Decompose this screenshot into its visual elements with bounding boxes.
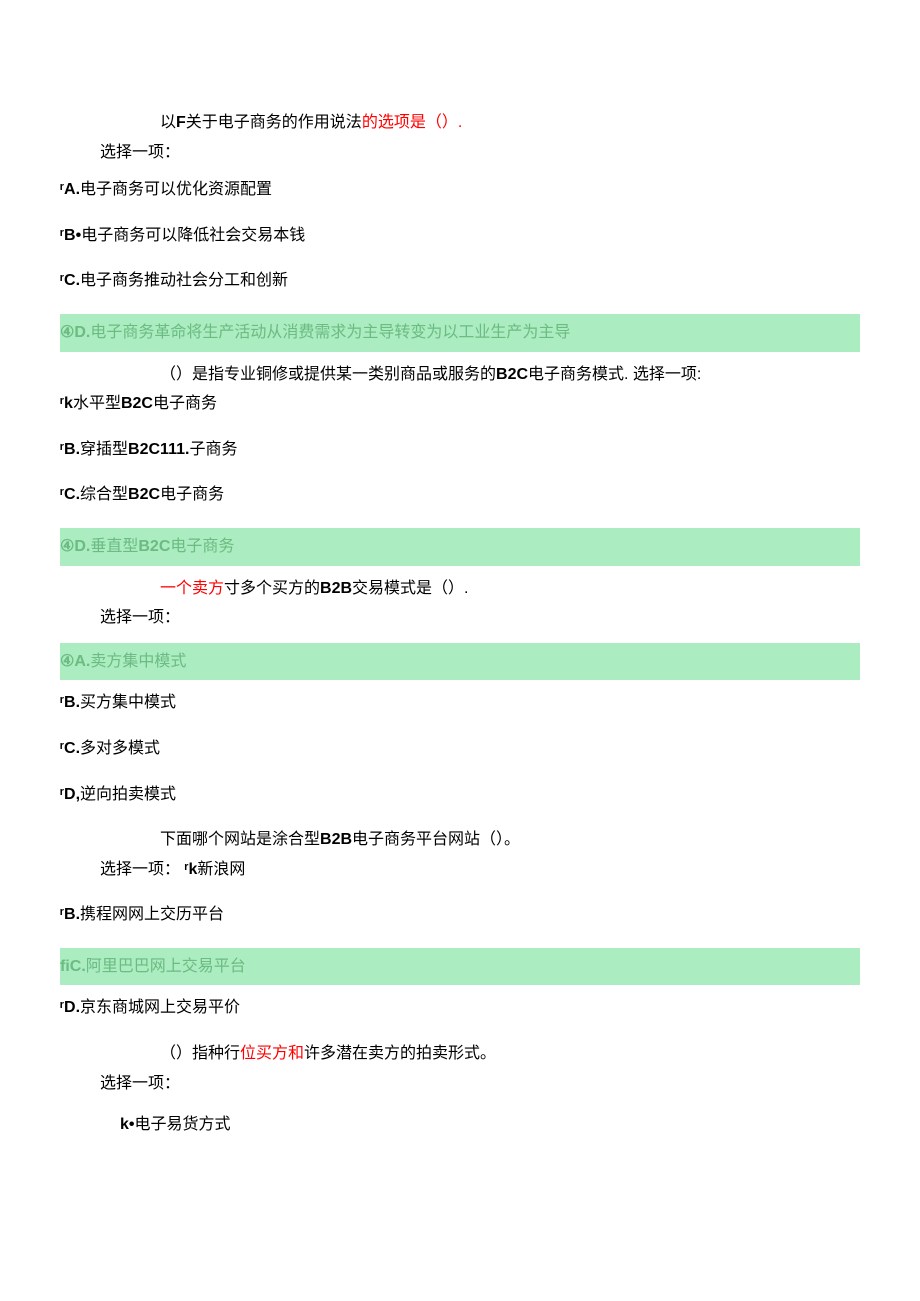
option-bold: B2C [138,538,170,555]
q2-option-d-highlighted[interactable]: ④D.垂直型B2C电子商务 [60,528,860,566]
q3-red: 一个卖方 [160,580,224,597]
option-text: 新浪网 [197,861,245,878]
option-text: 携程网网上交历平台 [80,906,224,923]
option-text-pre: 穿插型 [80,441,128,458]
option-label: ④D. [60,324,90,341]
option-text-post: 电子商务 [170,538,234,555]
option-text-pre: 水平型 [73,395,121,412]
q1-pre: 以 [160,114,176,131]
option-label: ④D. [60,538,90,555]
question-5-text: （）指种行位买方和许多潜在卖方的拍卖形式。 [160,1041,860,1067]
q3-option-b[interactable]: ʳB.买方集中模式 [60,690,860,716]
option-label: ʳB. [60,441,80,458]
option-text: 阿里巴巴网上交易平台 [86,958,246,975]
q4-option-c-highlighted[interactable]: ﬁC.阿里巴巴网上交易平台 [60,948,860,986]
option-text: 电子商务可以降低社会交易本钱 [81,227,305,244]
q4-select-plus-a[interactable]: 选择一项： ʳk新浪网 [100,857,860,883]
q5-post: 许多潜在卖方的拍卖形式。 [304,1045,496,1062]
option-label: ʳk [60,395,73,412]
option-text: 逆向拍卖模式 [80,786,176,803]
q2-bold: B2C [496,366,528,383]
option-text: 多对多模式 [80,740,160,757]
option-text: 卖方集中模式 [90,653,186,670]
question-1-text: 以F关于电子商务的作用说法的选项是（）. [160,110,860,136]
q4-post: 电子商务平台网站（）。 [352,831,520,848]
option-text: 电子商务可以优化资源配置 [80,181,272,198]
q4-option-b[interactable]: ʳB.携程网网上交历平台 [60,902,860,928]
q1-option-a[interactable]: ʳA.电子商务可以优化资源配置 [60,177,860,203]
q2-option-a[interactable]: ʳk水平型B2C电子商务 [60,391,860,417]
q5-option-a[interactable]: k•电子易货方式 [120,1112,860,1138]
option-label: ʳD. [60,999,80,1016]
option-label: ʳC. [60,272,80,289]
q3-bold: B2B [320,580,352,597]
option-text-post: 电子商务 [153,395,217,412]
q5-pre: （）指种行 [160,1045,240,1062]
q4-option-d[interactable]: ʳD.京东商城网上交易平价 [60,995,860,1021]
q3-option-c[interactable]: ʳC.多对多模式 [60,736,860,762]
question-4-text: 下面哪个网站是涂合型B2B电子商务平台网站（）。 [160,827,860,853]
document-body: 以F关于电子商务的作用说法的选项是（）. 选择一项： ʳA.电子商务可以优化资源… [0,0,920,1198]
q2-mid: 电子商务模式. 选择一项: [528,366,701,383]
q4-bold: B2B [320,831,352,848]
q3-post: 交易模式是（）. [352,580,468,597]
option-text: 电子商务革命将生产活动从消费需求为主导转变为以工业生产为主导 [90,324,570,341]
q1-bold: F [176,114,186,131]
option-label: ʳk [184,861,197,878]
option-text: 买方集中模式 [80,694,176,711]
option-label: ʳB. [60,906,80,923]
q3-mid: 寸多个买方的 [224,580,320,597]
option-text-pre: 垂直型 [90,538,138,555]
option-label: ﬁC. [60,958,86,975]
option-label: ④A. [60,653,90,670]
q2-option-b[interactable]: ʳB.穿插型B2C111.子商务 [60,437,860,463]
option-text-pre: 综合型 [80,486,128,503]
option-label: ʳA. [60,181,80,198]
q2-pre: （）是指专业铜修或提供某一类别商品或服务的 [160,366,496,383]
option-label: ʳB. [60,694,80,711]
q1-option-d-highlighted[interactable]: ④D.电子商务革命将生产活动从消费需求为主导转变为以工业生产为主导 [60,314,860,352]
q3-select-prompt: 选择一项： [100,605,860,631]
q1-red: 的选项是（）. [362,114,462,131]
q1-mid: 关于电子商务的作用说法 [186,114,362,131]
option-label: ʳB• [60,227,81,244]
option-label: ʳC. [60,486,80,503]
q1-option-b[interactable]: ʳB•电子商务可以降低社会交易本钱 [60,223,860,249]
option-bold: B2C [128,486,160,503]
q1-option-c[interactable]: ʳC.电子商务推动社会分工和创新 [60,268,860,294]
q3-option-a-highlighted[interactable]: ④A.卖方集中模式 [60,643,860,681]
option-label: ʳD, [60,786,80,803]
question-3-text: 一个卖方寸多个买方的B2B交易模式是（）. [160,576,860,602]
option-bold: B2C111. [128,441,189,458]
q3-option-d[interactable]: ʳD,逆向拍卖模式 [60,782,860,808]
option-text: 电子商务推动社会分工和创新 [80,272,288,289]
option-text-post: 子商务 [189,441,237,458]
question-2-text: （）是指专业铜修或提供某一类别商品或服务的B2C电子商务模式. 选择一项: [160,362,860,388]
option-label: ʳC. [60,740,80,757]
q2-option-c[interactable]: ʳC.综合型B2C电子商务 [60,482,860,508]
option-text: 京东商城网上交易平价 [80,999,240,1016]
option-text: 电子易货方式 [135,1116,231,1133]
q4-pre: 下面哪个网站是涂合型 [160,831,320,848]
option-label: k• [120,1116,135,1133]
q1-select-prompt: 选择一项： [100,140,860,166]
option-bold: B2C [121,395,153,412]
q5-select-prompt: 选择一项： [100,1071,860,1097]
option-text-post: 电子商务 [160,486,224,503]
q4-select-prompt: 选择一项： [100,861,180,878]
q5-red: 位买方和 [240,1045,304,1062]
